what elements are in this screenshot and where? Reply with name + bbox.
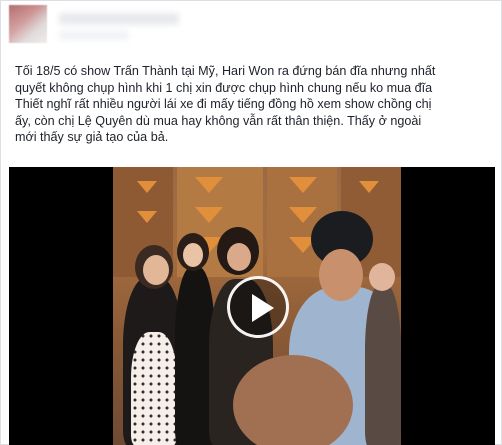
person-face (369, 263, 395, 291)
post-text-line: quyết không chụp hình khi 1 chị xin được… (15, 80, 433, 95)
person-face (143, 255, 169, 285)
wall-triangle (289, 207, 317, 223)
person-face (183, 243, 203, 267)
post-text-line: mới thấy sự giả tạo của bả. (15, 130, 169, 144)
polka-dot-dress (131, 332, 177, 445)
wall-triangle (137, 211, 157, 223)
wall-triangle (359, 181, 379, 193)
wall-triangle (137, 181, 157, 193)
wall-triangle (289, 177, 317, 193)
video-player[interactable] (9, 167, 495, 445)
post-text-line: ấy, còn chị Lệ Quyên dù mua hay không vẫ… (15, 113, 422, 128)
post-text-line: Thiết nghĩ rất nhiều người lái xe đi mấy… (15, 97, 432, 111)
post-text-line: Tối 18/5 có show Trấn Thành tại Mỹ, Hari… (15, 64, 436, 78)
play-button[interactable] (227, 276, 289, 338)
header-fade-overlay (1, 1, 501, 53)
person-face (227, 243, 251, 271)
post-header (1, 1, 501, 53)
person-face (319, 249, 363, 301)
wall-triangle (195, 177, 223, 193)
facebook-post: Tối 18/5 có show Trấn Thành tại Mỹ, Hari… (0, 0, 502, 445)
wall-triangle (195, 207, 223, 223)
person-silhouette (365, 285, 401, 445)
play-icon (252, 294, 274, 322)
post-text: Tối 18/5 có show Trấn Thành tại Mỹ, Hari… (15, 63, 493, 146)
person-hair (233, 355, 353, 445)
